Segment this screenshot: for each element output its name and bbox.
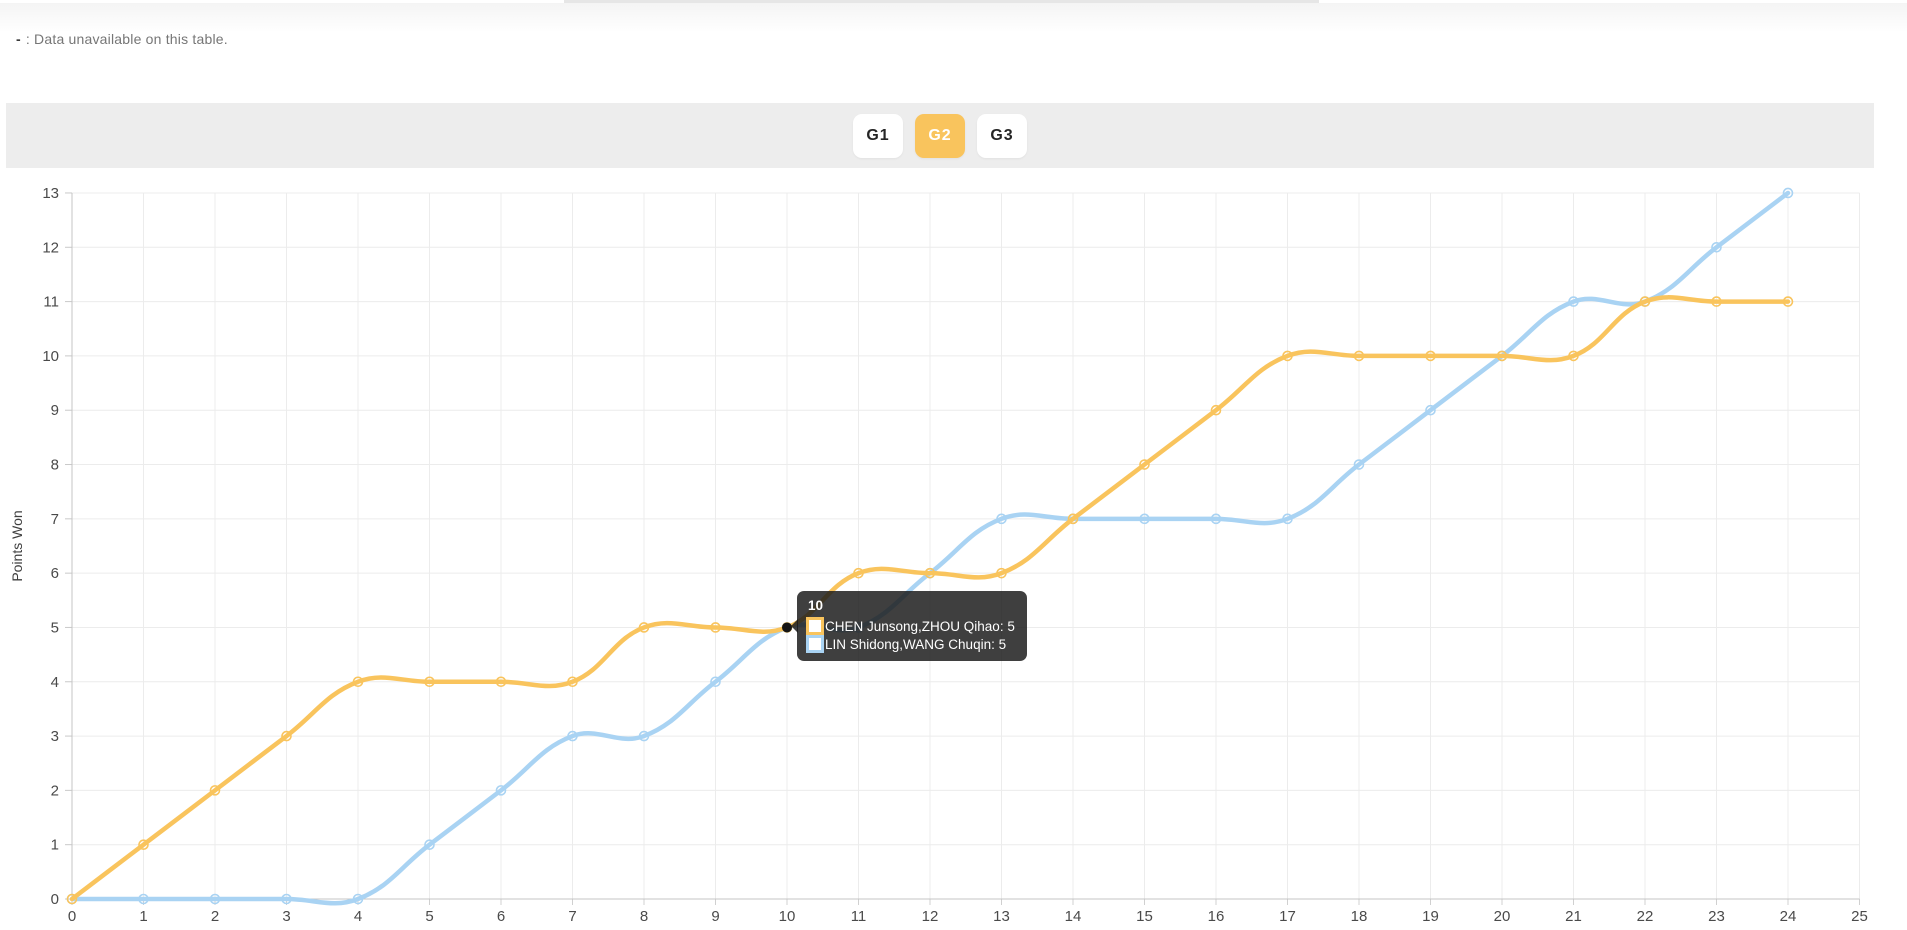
x-tick-label: 13 <box>993 908 1010 925</box>
y-tick-label: 11 <box>43 294 59 311</box>
x-tick-label: 19 <box>1422 908 1439 925</box>
x-tick-label: 3 <box>282 908 290 925</box>
y-tick-label: 9 <box>51 402 59 419</box>
x-tick-label: 0 <box>68 908 76 925</box>
y-tick-label: 0 <box>51 891 59 908</box>
x-tick-label: 10 <box>779 908 796 925</box>
y-axis-title: Points Won <box>9 510 25 582</box>
chart-tooltip: 10 CHEN Junsong,ZHOU Qihao: 5 LIN Shidong… <box>791 591 1027 661</box>
tooltip-row: LIN Shidong,WANG Chuqin: 5 <box>806 635 1015 653</box>
tooltip-caret-icon <box>791 619 798 633</box>
y-tick-label: 3 <box>51 728 59 745</box>
y-tick-label: 4 <box>51 674 59 691</box>
tooltip-series-swatch-icon <box>806 635 824 653</box>
x-tick-label: 2 <box>211 908 219 925</box>
tooltip-rows: CHEN Junsong,ZHOU Qihao: 5 LIN Shidong,WA… <box>806 617 1015 653</box>
x-tick-label: 17 <box>1279 908 1296 925</box>
tooltip-series-text: CHEN Junsong,ZHOU Qihao: 5 <box>825 618 1015 634</box>
x-tick-label: 11 <box>851 908 867 925</box>
y-tick-label: 10 <box>42 348 59 365</box>
points-won-chart[interactable]: 0 1 2 3 4 5 6 7 8 9 10 11 12 13 14 15 16 17 18 19 20 21 22 23 24… <box>0 0 1907 930</box>
x-tick-label: 6 <box>497 908 505 925</box>
tooltip-row: CHEN Junsong,ZHOU Qihao: 5 <box>806 617 1015 635</box>
y-tick-label: 8 <box>51 457 59 474</box>
x-tick-label: 18 <box>1351 908 1368 925</box>
x-tick-label: 21 <box>1565 908 1582 925</box>
y-tick-label: 1 <box>51 837 59 854</box>
x-tick-label: 24 <box>1780 908 1797 925</box>
x-tick-label: 20 <box>1494 908 1511 925</box>
y-tick-label: 7 <box>51 511 59 528</box>
x-tick-label: 25 <box>1851 908 1868 925</box>
y-tick-label: 6 <box>51 565 59 582</box>
x-tick-label: 14 <box>1065 908 1082 925</box>
x-tick-label: 22 <box>1637 908 1654 925</box>
x-tick-label: 7 <box>568 908 576 925</box>
tooltip-title: 10 <box>808 598 824 613</box>
tooltip-series-swatch-icon <box>806 617 824 635</box>
x-tick-label: 5 <box>425 908 433 925</box>
x-tick-label: 15 <box>1136 908 1153 925</box>
x-tick-label: 23 <box>1708 908 1725 925</box>
x-tick-label: 9 <box>711 908 719 925</box>
chart-canvas: 0 1 2 3 4 5 6 7 8 9 10 11 12 13 14 15 16 17 18 19 20 21 22 23 24… <box>42 185 1868 925</box>
x-tick-label: 12 <box>922 908 939 925</box>
x-tick-label: 8 <box>640 908 648 925</box>
x-tick-label: 4 <box>354 908 362 925</box>
y-tick-label: 13 <box>42 185 59 202</box>
y-tick-label: 12 <box>42 239 59 256</box>
y-tick-label: 5 <box>51 619 59 636</box>
tooltip-series-text: LIN Shidong,WANG Chuqin: 5 <box>825 636 1007 652</box>
y-tick-label: 2 <box>51 782 59 799</box>
x-tick-label: 16 <box>1208 908 1225 925</box>
x-tick-label: 1 <box>139 908 147 925</box>
